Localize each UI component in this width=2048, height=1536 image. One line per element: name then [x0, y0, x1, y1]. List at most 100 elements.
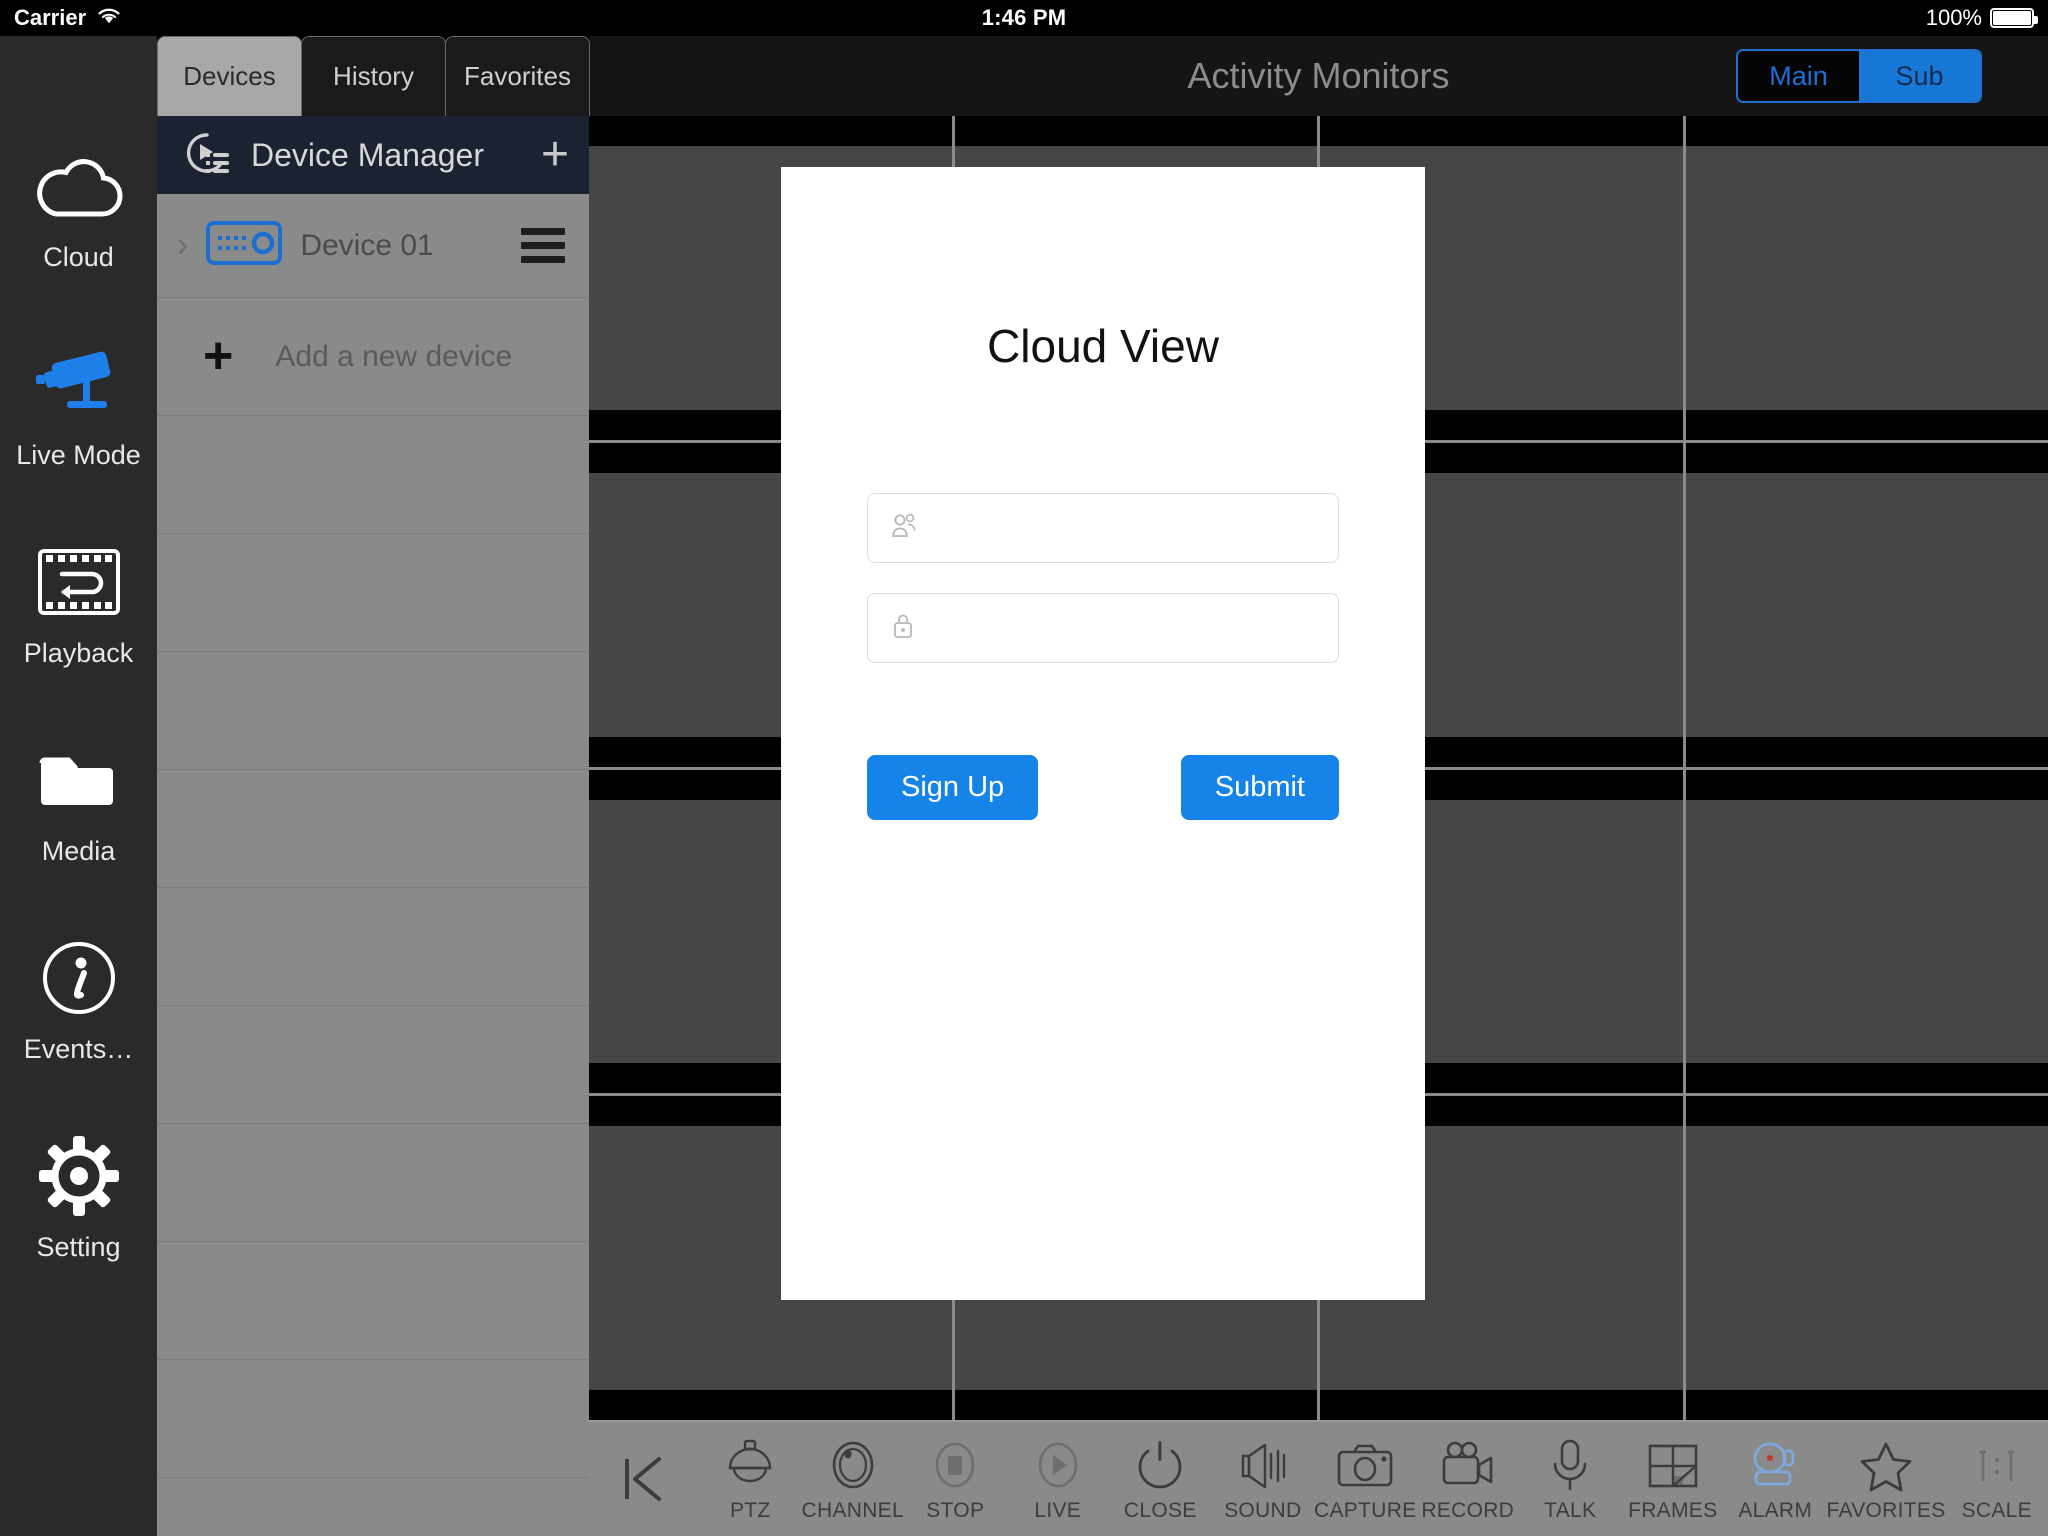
device-panel: Device Manager + › Device 01 + Add a new… — [157, 116, 589, 1536]
sidebar: Cloud Live Mode Playback Media Events… S… — [0, 36, 157, 1536]
toolbar-button-live[interactable]: LIVE — [1007, 1435, 1110, 1523]
plus-icon[interactable]: + — [541, 131, 569, 179]
toolbar-label: FRAMES — [1628, 1499, 1718, 1522]
ptz-dome-icon — [724, 1435, 776, 1497]
toolbar-button-talk[interactable]: TALK — [1519, 1435, 1622, 1523]
list-item — [157, 1124, 589, 1242]
sidebar-item-events[interactable]: Events… — [0, 928, 157, 1126]
sidebar-label: Cloud — [43, 242, 114, 272]
stream-option-main[interactable]: Main — [1738, 51, 1859, 101]
toolbar-button-sound[interactable]: SOUND — [1212, 1435, 1315, 1523]
ratio-1-1-icon — [1971, 1435, 2023, 1497]
sidebar-label: Events… — [23, 1034, 134, 1064]
sidebar-item-playback[interactable]: Playback — [0, 532, 157, 730]
list-item — [157, 652, 589, 770]
toolbar-label: STOP — [926, 1499, 985, 1522]
play-icon — [1032, 1435, 1084, 1497]
dialog-title: Cloud View — [987, 320, 1219, 372]
lock-icon — [890, 611, 916, 646]
clock: 1:46 PM — [981, 5, 1067, 30]
toolbar-button-record[interactable]: RECORD — [1417, 1435, 1520, 1523]
info-circle-icon — [40, 928, 118, 1028]
device-manager-icon — [183, 131, 231, 180]
alarm-cam-icon — [1746, 1435, 1804, 1497]
video-cell[interactable] — [1685, 1096, 2048, 1420]
gear-icon — [37, 1126, 121, 1226]
username-field[interactable] — [867, 493, 1339, 563]
toolbar-button-stop[interactable]: STOP — [904, 1435, 1007, 1523]
device-list-item[interactable]: › Device 01 — [157, 194, 589, 298]
sign-up-button[interactable]: Sign Up — [867, 755, 1039, 820]
add-new-device-label: Add a new device — [275, 339, 513, 373]
stream-quality-toggle: Main Sub — [1736, 49, 1982, 103]
plus-icon: + — [203, 326, 234, 385]
toolbar-button-frames[interactable]: FRAMES — [1622, 1435, 1725, 1523]
power-icon — [1134, 1435, 1186, 1497]
password-field[interactable] — [867, 593, 1339, 663]
stream-option-sub[interactable]: Sub — [1859, 51, 1980, 101]
toolbar-label: ALARM — [1738, 1499, 1813, 1522]
stop-icon — [929, 1435, 981, 1497]
toolbar-label: FAVORITES — [1826, 1499, 1946, 1522]
toolbar-button-close[interactable]: CLOSE — [1109, 1435, 1212, 1523]
device-manager-title: Device Manager — [251, 136, 484, 173]
video-cell[interactable] — [1685, 116, 2048, 440]
nvr-box-icon — [206, 221, 283, 270]
toolbar-button-scale[interactable]: SCALE — [1946, 1435, 2048, 1523]
toolbar-label: TALK — [1544, 1499, 1597, 1522]
status-bar-right: 100% — [1925, 5, 2038, 31]
sidebar-label: Media — [41, 836, 116, 866]
toolbar-label: LIVE — [1034, 1499, 1082, 1522]
cloud-view-dialog: Cloud View Sign Up Submit — [781, 167, 1425, 1300]
video-cell[interactable] — [1685, 769, 2048, 1094]
sidebar-item-cloud[interactable]: Cloud — [0, 136, 157, 334]
list-item — [157, 534, 589, 652]
toolbar-label: PTZ — [729, 1499, 771, 1522]
battery-percent-label: 100% — [1925, 5, 1982, 30]
film-reverse-icon — [34, 532, 124, 632]
username-input[interactable] — [936, 512, 1316, 544]
dialog-form — [867, 493, 1339, 663]
skip-back-icon[interactable] — [589, 1451, 699, 1507]
dialog-actions: Sign Up Submit — [867, 755, 1339, 820]
video-cell[interactable] — [1685, 442, 2048, 767]
add-new-device-row[interactable]: + Add a new device — [157, 298, 589, 416]
speaker-icon — [1235, 1435, 1291, 1497]
toolbar-button-capture[interactable]: CAPTURE — [1314, 1435, 1417, 1523]
hamburger-menu-icon[interactable] — [521, 228, 565, 263]
panel-tabs: Devices History Favorites — [157, 36, 590, 116]
list-item — [157, 416, 589, 534]
tab-devices[interactable]: Devices — [157, 36, 302, 116]
toolbar-label: SOUND — [1224, 1499, 1302, 1522]
tab-history[interactable]: History — [301, 36, 446, 116]
video-cam-icon — [1438, 1435, 1498, 1497]
toolbar-button-ptz[interactable]: PTZ — [699, 1435, 802, 1523]
password-input[interactable] — [932, 612, 1316, 644]
list-item — [157, 1242, 589, 1360]
toolbar-button-favorites[interactable]: FAVORITES — [1827, 1435, 1946, 1523]
list-item — [157, 1360, 589, 1478]
toolbar-label: RECORD — [1421, 1499, 1515, 1522]
sidebar-item-live-mode[interactable]: Live Mode — [0, 334, 157, 532]
list-item — [157, 1006, 589, 1124]
toolbar-label: CHANNEL — [801, 1499, 904, 1522]
toolbar-button-channel[interactable]: CHANNEL — [802, 1435, 905, 1523]
channel-icon — [827, 1435, 879, 1497]
toolbar-button-alarm[interactable]: ALARM — [1724, 1435, 1827, 1523]
sidebar-label: Live Mode — [16, 440, 141, 470]
grid-frames-icon — [1647, 1435, 1699, 1497]
chevron-right-icon[interactable]: › — [177, 226, 188, 265]
sidebar-item-setting[interactable]: Setting — [0, 1126, 157, 1324]
cloud-icon — [32, 136, 126, 236]
toolbar-label: SCALE — [1961, 1499, 2032, 1522]
cctv-camera-icon — [31, 334, 127, 434]
folder-icon — [33, 730, 125, 830]
submit-button[interactable]: Submit — [1180, 755, 1339, 820]
app-header: Activity Monitors Main Sub — [589, 36, 2048, 116]
tab-favorites[interactable]: Favorites — [445, 36, 590, 116]
toolbar-label: CAPTURE — [1314, 1499, 1417, 1522]
sidebar-item-media[interactable]: Media — [0, 730, 157, 928]
device-manager-header: Device Manager + — [157, 116, 589, 194]
battery-full-icon — [1990, 8, 2038, 28]
microphone-icon — [1547, 1435, 1593, 1497]
